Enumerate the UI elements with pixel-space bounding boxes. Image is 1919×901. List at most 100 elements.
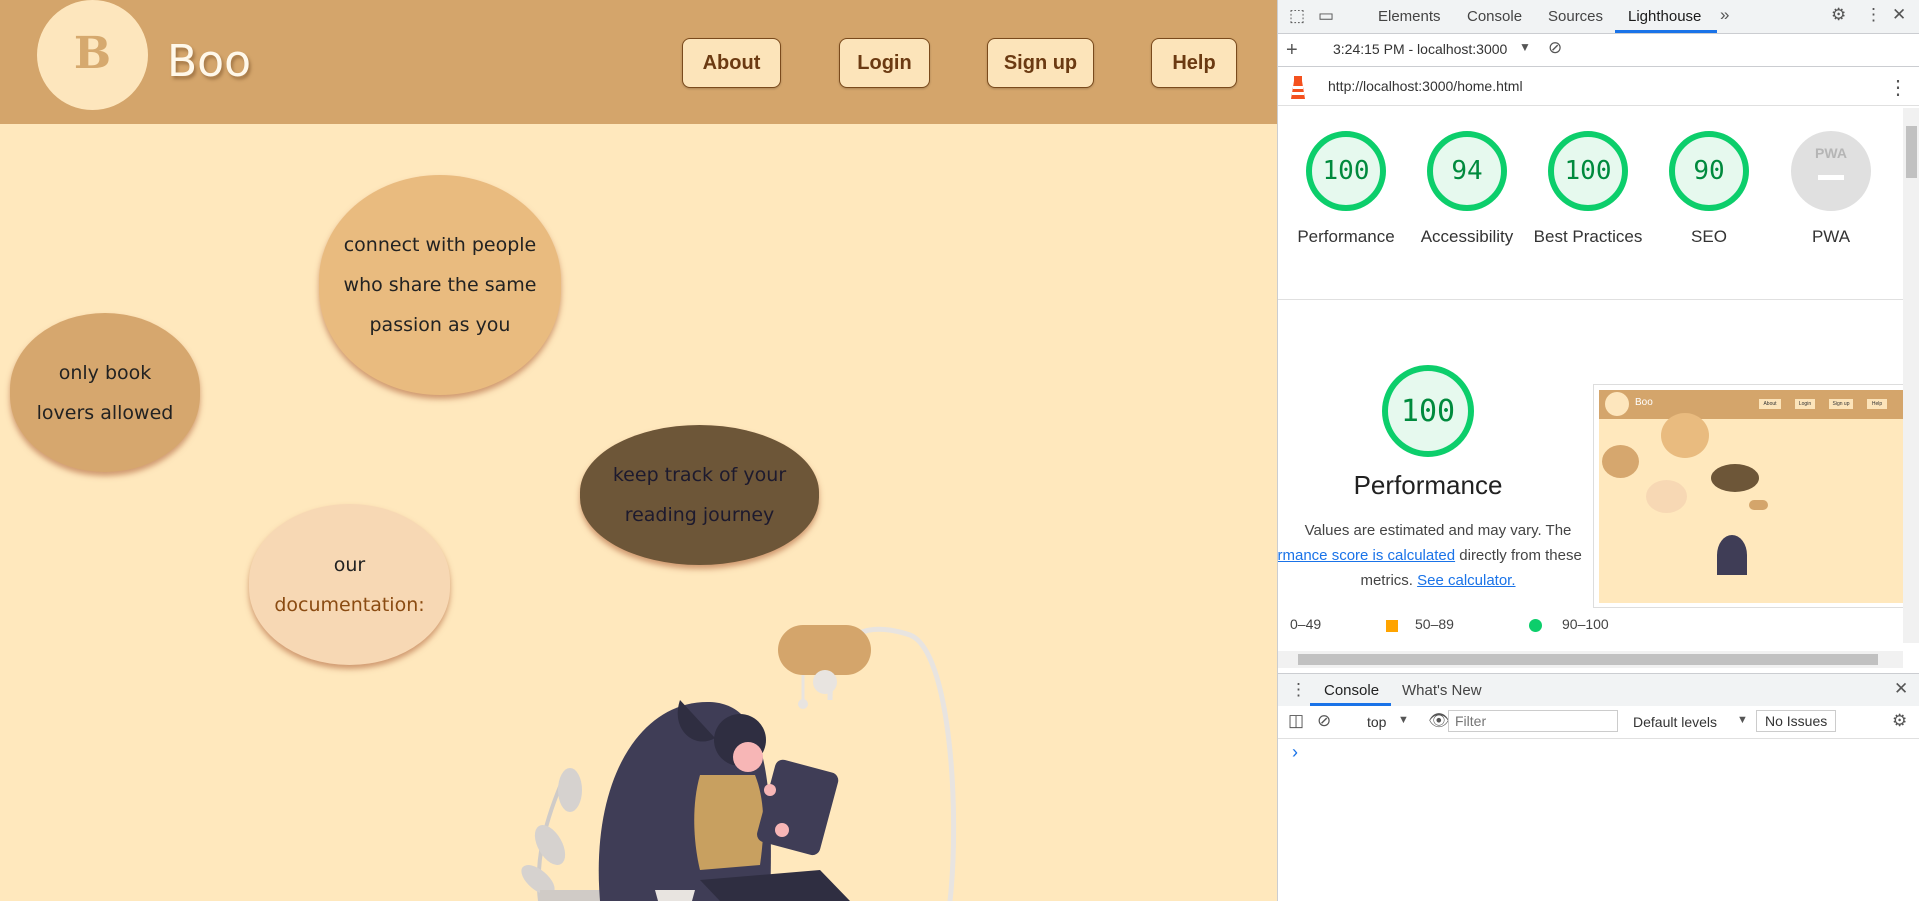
score-label: SEO [1691,227,1727,246]
close-icon[interactable]: ✕ [1894,679,1908,699]
drawer-tab-whats-new[interactable]: What's New [1402,682,1482,699]
clear-console-icon[interactable]: ⊘ [1317,711,1331,731]
scrollbar-thumb[interactable] [1906,126,1917,178]
score-legend: 0–49 50–89 90–100 [1290,616,1890,636]
legend-average: 50–89 [1415,616,1454,632]
tab-elements[interactable]: Elements [1378,8,1441,25]
issues-button[interactable]: No Issues [1756,710,1837,732]
kebab-menu-icon[interactable]: ⋮ [1888,75,1908,100]
tab-console[interactable]: Console [1467,8,1522,25]
device-toolbar-icon[interactable]: ▭ [1318,6,1334,26]
desc-line: rformance score is calculated directly f… [1278,543,1598,568]
chevron-down-icon[interactable]: ▼ [1737,714,1748,726]
thumb-bubble [1602,445,1639,478]
add-icon[interactable]: + [1286,39,1298,62]
bubble-text: lovers allowed [36,401,174,424]
legend-average-icon [1386,620,1398,632]
bubble-book-lovers: only book lovers allowed [10,313,200,472]
thumb-lamp [1749,500,1768,510]
see-calculator-link[interactable]: See calculator. [1417,572,1515,589]
score-gauge-best-practices[interactable]: 100 [1548,131,1628,211]
help-button[interactable]: Help [1151,38,1237,88]
horizontal-scrollbar[interactable] [1278,651,1903,668]
filter-input[interactable] [1448,710,1618,732]
more-tabs-icon[interactable]: » [1720,5,1729,25]
bubble-docs: our documentation: [249,504,450,665]
performance-description: Values are estimated and may vary. The r… [1278,518,1598,593]
bubble-text: who share the same [343,274,537,296]
documentation-link[interactable]: documentation: [274,585,424,625]
inspect-icon[interactable]: ⬚ [1289,6,1305,26]
scrollbar-thumb[interactable] [1298,654,1878,665]
score-label: Best Practices [1533,227,1643,246]
divider [1278,299,1903,300]
legend-pass: 90–100 [1562,616,1609,632]
console-prompt[interactable]: › [1292,742,1298,763]
login-button[interactable]: Login [839,38,930,88]
desc-text: metrics. [1360,572,1413,589]
score-label: Performance [1297,227,1395,246]
close-icon[interactable]: ✕ [1892,5,1906,25]
eye-icon[interactable]: 👁 [1428,711,1450,731]
logo-letter: B [73,28,112,79]
thumb-brand: Boo [1635,397,1653,408]
bubble-text: passion as you [369,314,511,336]
pwa-badge-icon: PWA [1815,145,1847,161]
score-label: PWA [1811,227,1851,246]
pwa-dash [1818,175,1844,180]
score-gauge-seo[interactable]: 90 [1669,131,1749,211]
thumb-bubble [1646,480,1687,513]
bubble-connect: connect with people who share the same p… [319,175,561,395]
legend-fail: 0–49 [1290,616,1322,632]
score-gauge-accessibility[interactable]: 94 [1427,131,1507,211]
thumb-chair [1717,535,1747,575]
chevron-down-icon[interactable]: ▼ [1519,40,1531,54]
thumb-nav: Sign up [1829,399,1853,409]
tab-lighthouse[interactable]: Lighthouse [1628,8,1701,25]
desc-line: Values are estimated and may vary. The [1304,522,1572,539]
tab-sources[interactable]: Sources [1548,8,1603,25]
vertical-scrollbar[interactable] [1903,108,1919,643]
lighthouse-urlbar: http://localhost:3000/home.html ⋮ [1278,67,1919,106]
thumb-logo [1605,392,1629,416]
console-toolbar: ◫ ⊘ top ▼ 👁 Default levels ▼ No Issues ⚙ [1278,706,1919,739]
drawer-menu-icon[interactable]: ⋮ [1290,680,1307,700]
devtools-tabbar: ⬚ ▭ Elements Console Sources Lighthouse … [1278,0,1919,34]
devtools-panel: ⬚ ▭ Elements Console Sources Lighthouse … [1277,0,1919,901]
clear-icon[interactable]: ⊘ [1548,38,1562,58]
logo[interactable]: B [37,0,148,110]
score-calculated-link[interactable]: rformance score is calculated [1278,547,1455,564]
bubble-text: keep track of your [612,464,787,486]
lighthouse-toolbar: + 3:24:15 PM - localhost:3000 ▼ ⊘ [1278,34,1919,67]
context-select[interactable]: top [1367,714,1386,730]
bubble-text: our [333,553,366,576]
about-button[interactable]: About [682,38,781,88]
bubble-track: keep track of your reading journey [580,425,819,565]
kebab-menu-icon[interactable]: ⋮ [1865,5,1882,25]
thumb-header: Boo About Login Sign up Help [1599,390,1904,419]
gear-icon[interactable]: ⚙ [1831,5,1846,25]
score-gauge-pwa[interactable]: PWA [1791,131,1871,211]
drawer-tabbar: ⋮ Console What's New ✕ [1278,673,1919,707]
score-label: Accessibility [1420,227,1514,246]
gear-icon[interactable]: ⚙ [1892,711,1907,731]
signup-button[interactable]: Sign up [987,38,1094,88]
chevron-down-icon[interactable]: ▼ [1398,714,1409,726]
thumb-page: Boo About Login Sign up Help [1599,390,1904,603]
report-select[interactable]: 3:24:15 PM - localhost:3000 [1333,41,1507,57]
bubble-text: connect with people [343,234,537,256]
score-gauge-performance[interactable]: 100 [1306,131,1386,211]
bubble-text: reading journey [624,504,775,526]
log-levels-select[interactable]: Default levels [1633,714,1717,730]
thumb-nav: Help [1867,399,1887,409]
drawer-tab-console[interactable]: Console [1324,682,1379,699]
legend-pass-icon [1529,619,1542,632]
thumb-bubble [1661,413,1709,458]
thumb-nav: Login [1795,399,1815,409]
app-header: B Boo About Login Sign up Help [0,0,1277,124]
lamp-shade [778,625,871,675]
reading-illustration [521,625,957,901]
final-screenshot-thumbnail[interactable]: Boo About Login Sign up Help [1593,384,1905,608]
app-page: B Boo About Login Sign up Help only book… [0,0,1277,901]
sidebar-toggle-icon[interactable]: ◫ [1288,711,1304,731]
